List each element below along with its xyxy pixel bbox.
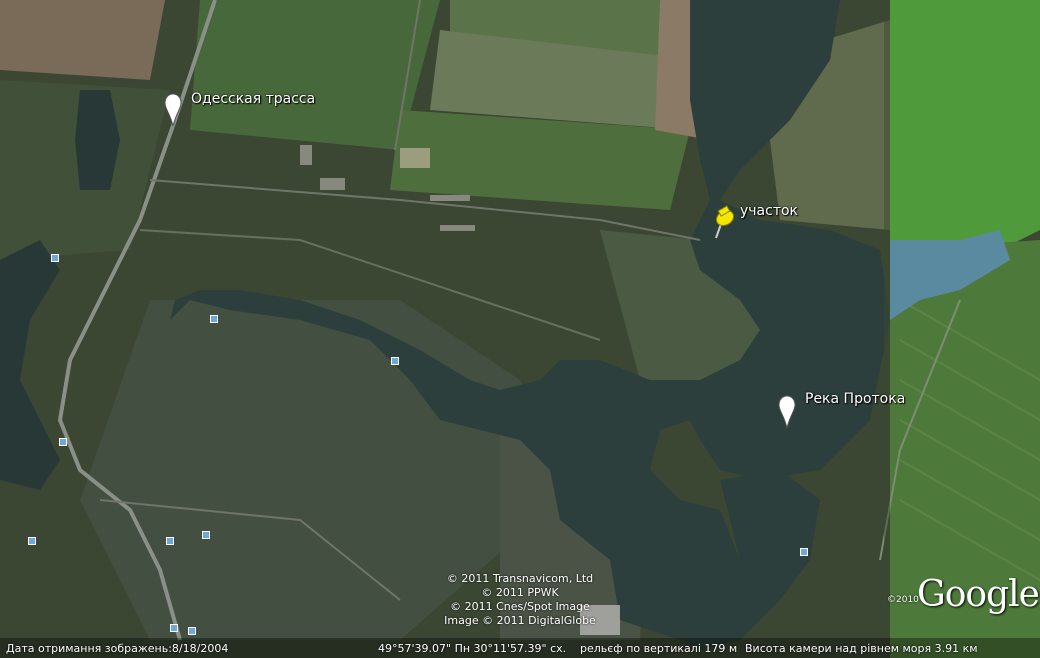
label-plot[interactable]: участок — [740, 203, 798, 219]
poi-square-icon[interactable] — [202, 531, 210, 539]
terrain-elevation: рельєф по вертикалі 179 м — [580, 642, 738, 655]
logo-copyright-year: ©2010 — [887, 595, 919, 605]
label-odessa-highway[interactable]: Одесская трасса — [191, 91, 315, 107]
poi-square-icon[interactable] — [28, 537, 36, 545]
eye-altitude: Висота камери над рівнем моря 3.91 км — [745, 642, 978, 655]
poi-square-icon[interactable] — [391, 357, 399, 365]
attribution-line: Image © 2011 DigitalGlobe — [444, 614, 596, 627]
pushpin-yellow-icon[interactable] — [708, 204, 736, 240]
satellite-map-view[interactable]: Одесская трасса участок Река Протока © 2… — [0, 0, 1040, 658]
placemark-white-icon[interactable] — [164, 93, 182, 127]
poi-square-icon[interactable] — [188, 627, 196, 635]
map-attribution: © 2011 Transnavicom, Ltd © 2011 PPWK © 2… — [430, 572, 610, 628]
poi-square-icon[interactable] — [59, 438, 67, 446]
attribution-line: © 2011 Transnavicom, Ltd — [446, 572, 594, 585]
placemark-white-icon[interactable] — [778, 395, 796, 429]
status-bar: Дата отримання зображень:8/18/2004 49°57… — [0, 638, 1040, 658]
attribution-line: © 2011 PPWK — [481, 586, 559, 599]
poi-square-icon[interactable] — [166, 537, 174, 545]
satellite-imagery[interactable] — [0, 0, 1040, 658]
image-date: Дата отримання зображень:8/18/2004 — [6, 642, 229, 655]
poi-square-icon[interactable] — [800, 548, 808, 556]
poi-square-icon[interactable] — [210, 315, 218, 323]
google-logo: Google — [917, 574, 1040, 615]
poi-square-icon[interactable] — [51, 254, 59, 262]
poi-square-icon[interactable] — [170, 624, 178, 632]
pointer-coordinates: 49°57'39.07" Пн 30°11'57.39" сх. — [378, 642, 567, 655]
label-river[interactable]: Река Протока — [805, 391, 905, 407]
attribution-line: © 2011 Cnes/Spot Image — [450, 600, 590, 613]
